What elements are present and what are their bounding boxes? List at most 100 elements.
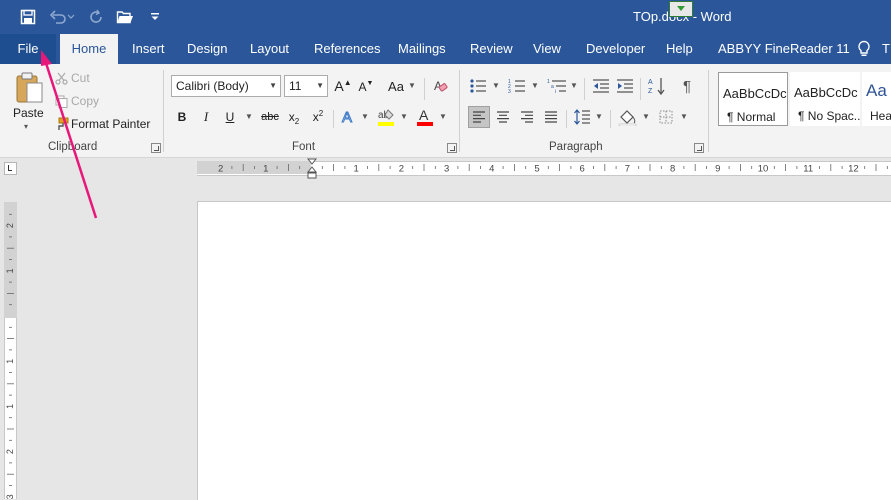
- ruler-label: 4: [489, 164, 494, 175]
- increase-indent-icon[interactable]: [615, 76, 635, 96]
- text-effects-icon[interactable]: A: [340, 107, 358, 127]
- bold-icon[interactable]: B: [174, 108, 190, 126]
- tab-insert[interactable]: Insert: [132, 34, 165, 64]
- line-spacing-icon[interactable]: [572, 106, 592, 128]
- align-right-icon[interactable]: [517, 107, 537, 127]
- numbering-icon[interactable]: 123: [507, 76, 527, 96]
- align-left-icon[interactable]: [468, 106, 490, 128]
- subscript-icon[interactable]: x2: [285, 108, 303, 126]
- ruler-label: 3: [5, 494, 15, 499]
- font-color-dropdown-icon[interactable]: ▼: [439, 112, 447, 121]
- copy-icon[interactable]: [54, 94, 68, 108]
- horizontal-ruler-ticks: 2 1 1 2 3 4 5 6 7 8 9 10 11 12: [218, 164, 888, 175]
- style-heading-1[interactable]: Aa Hea: [862, 72, 891, 126]
- tab-layout[interactable]: Layout: [250, 34, 289, 64]
- document-page[interactable]: [197, 201, 891, 500]
- style-sample: AaBbCcDc: [794, 85, 858, 100]
- font-family-combo[interactable]: Calibri (Body) ▼: [171, 75, 281, 97]
- font-color-icon[interactable]: A: [415, 106, 435, 128]
- font-size-dropdown-icon[interactable]: ▼: [316, 76, 324, 96]
- multilevel-list-icon[interactable]: 1ai: [546, 76, 568, 96]
- show-formatting-marks-icon[interactable]: ¶: [677, 75, 697, 97]
- clipboard-group-label: Clipboard: [48, 141, 98, 153]
- group-divider: [163, 70, 164, 152]
- paste-icon[interactable]: [10, 70, 48, 106]
- change-case-button[interactable]: Aa: [386, 77, 406, 95]
- svg-text:A: A: [419, 107, 429, 123]
- line-spacing-dropdown-icon[interactable]: ▼: [595, 112, 603, 121]
- clipboard-launcher-icon[interactable]: [151, 143, 161, 153]
- vertical-ruler-ticks: 2 1 1 1 2 3: [5, 213, 15, 499]
- shading-dropdown-icon[interactable]: ▼: [642, 112, 650, 121]
- text-effects-dropdown-icon[interactable]: ▼: [361, 112, 369, 121]
- tab-home[interactable]: Home: [60, 34, 118, 64]
- tab-file[interactable]: File: [0, 34, 56, 64]
- font-launcher-icon[interactable]: [447, 143, 457, 153]
- change-case-dropdown-icon[interactable]: ▼: [408, 81, 416, 90]
- tell-me-label[interactable]: T: [882, 41, 890, 56]
- lightbulb-icon[interactable]: [857, 40, 871, 61]
- underline-dropdown-icon[interactable]: ▼: [245, 112, 253, 121]
- align-center-icon[interactable]: [493, 107, 513, 127]
- tab-developer[interactable]: Developer: [586, 34, 645, 64]
- undo-dropdown-icon[interactable]: [66, 6, 76, 28]
- highlight-dropdown-icon[interactable]: ▼: [400, 112, 408, 121]
- shading-icon[interactable]: [617, 106, 639, 128]
- format-painter-button[interactable]: Format Painter: [71, 117, 150, 131]
- ruler-label: 1: [263, 164, 268, 175]
- grow-font-icon[interactable]: A ▲: [334, 77, 352, 95]
- underline-icon[interactable]: U: [222, 108, 238, 126]
- paste-dropdown-icon[interactable]: ▾: [24, 122, 28, 131]
- tab-help[interactable]: Help: [666, 34, 693, 64]
- title-bar: TOp.docx - Word: [0, 0, 891, 34]
- tab-references[interactable]: References: [314, 34, 380, 64]
- borders-icon[interactable]: [656, 107, 676, 127]
- font-family-dropdown-icon[interactable]: ▼: [269, 76, 277, 96]
- ribbon-display-dropdown-icon[interactable]: [669, 1, 693, 17]
- ruler-label: 1: [5, 268, 15, 273]
- ruler-label: 2: [399, 164, 404, 175]
- borders-dropdown-icon[interactable]: ▼: [680, 112, 688, 121]
- justify-icon[interactable]: [541, 107, 561, 127]
- ruler-label: 2: [5, 449, 15, 454]
- font-group-label: Font: [292, 141, 316, 153]
- copy-button[interactable]: Copy: [71, 94, 99, 108]
- highlight-icon[interactable]: ab: [376, 106, 396, 128]
- font-size-combo[interactable]: 11 ▼: [284, 75, 328, 97]
- tab-abbyy-finereader[interactable]: ABBYY FineReader 11: [718, 34, 850, 64]
- style-no-spacing[interactable]: AaBbCcDc ¶ No Spac...: [790, 72, 860, 126]
- bullets-icon[interactable]: [468, 76, 488, 96]
- numbering-dropdown-icon[interactable]: ▼: [531, 81, 539, 90]
- tab-review[interactable]: Review: [470, 34, 513, 64]
- save-icon[interactable]: [17, 6, 39, 28]
- multilevel-dropdown-icon[interactable]: ▼: [570, 81, 578, 90]
- tab-design[interactable]: Design: [187, 34, 227, 64]
- sort-icon[interactable]: AZ: [647, 75, 667, 97]
- ruler-label: 5: [534, 164, 539, 175]
- ruler-label: 9: [715, 164, 720, 175]
- paste-button[interactable]: Paste: [13, 106, 44, 120]
- italic-icon[interactable]: I: [198, 108, 214, 126]
- strikethrough-icon[interactable]: abc: [259, 108, 281, 126]
- tab-view[interactable]: View: [533, 34, 561, 64]
- redo-icon[interactable]: [85, 6, 107, 28]
- font-divider: [424, 78, 425, 100]
- format-painter-icon[interactable]: [53, 117, 69, 131]
- customize-qat-icon[interactable]: [144, 6, 166, 28]
- bullets-dropdown-icon[interactable]: ▼: [492, 81, 500, 90]
- shrink-font-icon[interactable]: A ▼: [357, 78, 375, 96]
- open-folder-icon[interactable]: [114, 6, 136, 28]
- tab-mailings[interactable]: Mailings: [398, 34, 446, 64]
- decrease-indent-icon[interactable]: [591, 76, 611, 96]
- superscript-icon[interactable]: x2: [309, 108, 327, 126]
- cut-button[interactable]: Cut: [71, 71, 90, 85]
- paragraph-launcher-icon[interactable]: [694, 143, 704, 153]
- scissors-icon[interactable]: [54, 71, 68, 85]
- style-name: ¶ No Spac...: [798, 109, 860, 123]
- style-name: Hea: [870, 109, 891, 123]
- ruler-label: 6: [580, 164, 585, 175]
- indent-markers-icon[interactable]: [307, 158, 317, 180]
- style-normal[interactable]: AaBbCcDc ¶ Normal: [718, 72, 788, 126]
- clear-formatting-icon[interactable]: A: [432, 77, 450, 95]
- tab-stop-selector-icon[interactable]: [4, 162, 17, 175]
